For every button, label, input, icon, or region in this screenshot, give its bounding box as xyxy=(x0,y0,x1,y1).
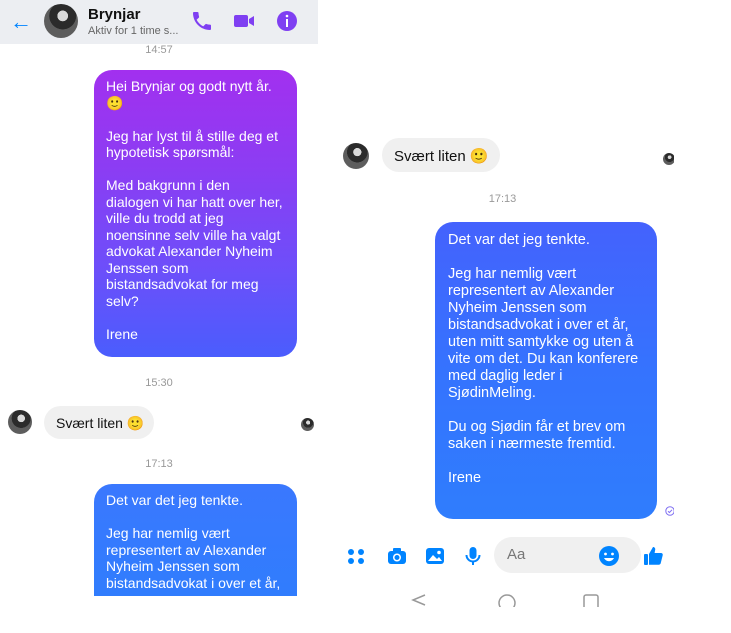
info-icon[interactable] xyxy=(275,9,299,33)
avatar xyxy=(8,410,32,434)
thumbs-up-icon[interactable] xyxy=(642,545,664,567)
outgoing-message[interactable]: Hei Brynjar og godt nytt år. 🙂 Jeg har l… xyxy=(94,70,297,357)
timestamp: 17:13 xyxy=(145,458,173,470)
message-input-placeholder: Aa xyxy=(507,546,526,563)
avatar xyxy=(343,143,369,169)
camera-icon[interactable] xyxy=(386,545,408,567)
nav-back-icon[interactable] xyxy=(409,593,429,607)
apps-grid-icon[interactable] xyxy=(345,545,367,567)
microphone-icon[interactable] xyxy=(462,545,484,567)
timestamp: 15:30 xyxy=(145,377,173,389)
seen-check-icon xyxy=(665,506,674,516)
left-conversation-screenshot: ← Brynjar Aktiv for 1 time s... 14:57 He… xyxy=(0,0,318,596)
contact-name[interactable]: Brynjar xyxy=(88,6,141,23)
phone-icon[interactable] xyxy=(190,9,214,33)
video-camera-icon[interactable] xyxy=(232,9,256,33)
avatar[interactable] xyxy=(44,4,78,38)
active-status: Aktiv for 1 time s... xyxy=(88,25,179,37)
nav-home-icon[interactable] xyxy=(497,593,517,607)
right-conversation-screenshot: Svært liten 🙂 17:13 Det var det jeg tenk… xyxy=(331,108,674,633)
emoji-icon[interactable] xyxy=(598,545,620,567)
gallery-icon[interactable] xyxy=(424,545,446,567)
system-navigation-bar xyxy=(331,583,674,633)
read-receipt-avatar xyxy=(301,418,314,431)
timestamp: 14:57 xyxy=(145,44,173,56)
back-arrow-icon[interactable]: ← xyxy=(10,8,32,36)
incoming-message[interactable]: Svært liten 🙂 xyxy=(382,138,500,172)
read-receipt-avatar xyxy=(663,153,674,165)
composer-bar: Aa xyxy=(331,534,674,578)
timestamp: 17:13 xyxy=(488,193,517,205)
outgoing-message[interactable]: Det var det jeg tenkte. Jeg har nemlig v… xyxy=(435,222,657,519)
incoming-message[interactable]: Svært liten 🙂 xyxy=(44,406,154,439)
nav-recents-icon[interactable] xyxy=(581,593,601,607)
outgoing-message[interactable]: Det var det jeg tenkte. Jeg har nemlig v… xyxy=(94,484,297,596)
chat-header: ← Brynjar Aktiv for 1 time s... xyxy=(0,0,318,44)
